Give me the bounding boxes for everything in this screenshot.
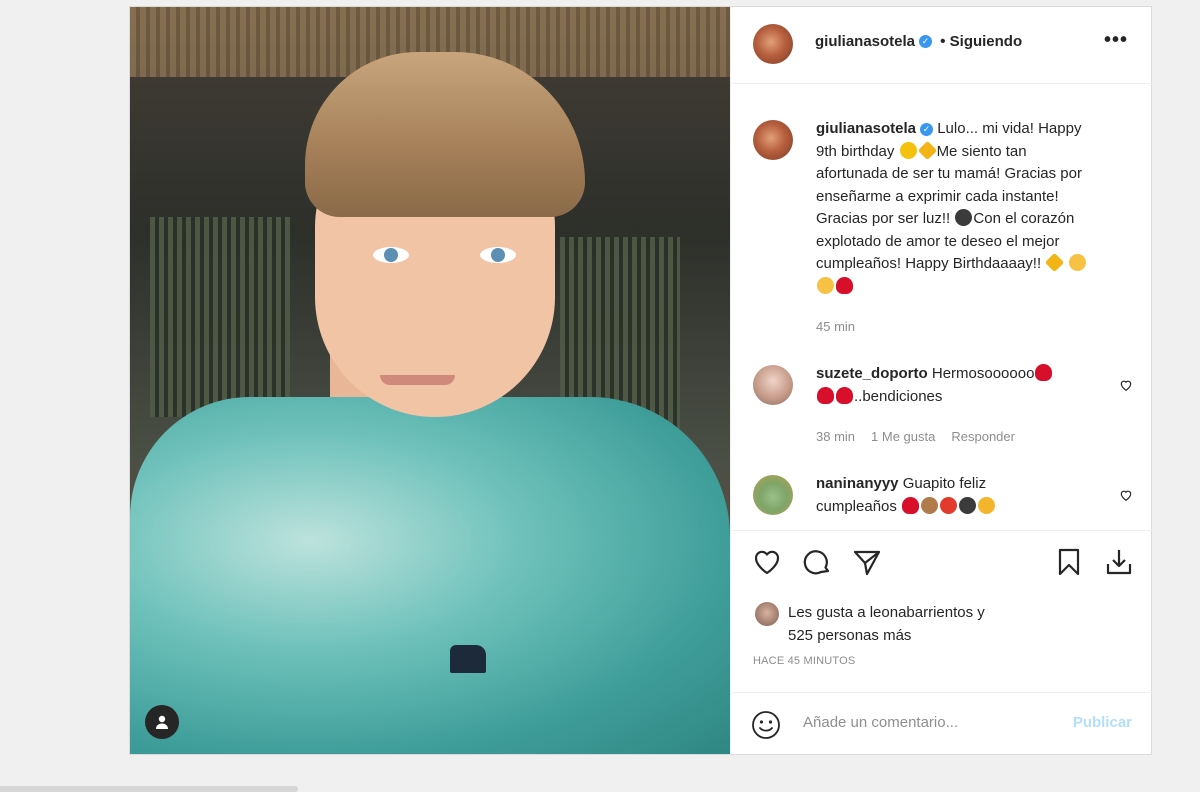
post-timestamp[interactable]: HACE 45 MINUTOS [753,655,855,667]
cake-icon [921,496,939,514]
verified-icon: ✓ [919,35,933,49]
caption-line: enseñarme a exprimir cada instante! [816,187,1059,205]
comment-text: naninanyyy Guapito feliz cumpleaños [816,473,1106,518]
likes-summary[interactable]: Les gusta a leonabarrientos y 525 person… [788,601,1128,647]
comment-time[interactable]: 38 min [816,429,855,444]
author-avatar[interactable] [753,24,793,64]
share-icon[interactable] [851,546,883,578]
party-popper-icon [978,496,996,514]
bird-icon [959,496,977,514]
likes-line: 525 personas más [788,627,912,644]
caption-avatar[interactable] [753,120,793,160]
reply-button[interactable]: Responder [951,429,1015,444]
caption-line: Me siento tan [936,142,1027,160]
caption-line: explotado de amor te deseo el mejor [816,232,1060,250]
comment-body: ..bendiciones [854,387,943,405]
comment-meta: 38 min 1 Me gusta Responder [816,429,1031,444]
photo-boy-shirt [130,397,730,754]
red-heart-icon [817,386,834,404]
photo-eye-left [373,247,409,263]
photo-window-left [150,217,290,417]
caption-line: cumpleaños! Happy Birthdaaaay!! [816,255,1042,272]
comment-item: suzete_doporto Hermosoooooo ..bendicione… [753,363,1133,453]
caption-username[interactable]: giulianasotela [816,120,916,137]
caption-item: giulianasotela ✓ Lulo... mi vida! Happy 9… [753,114,1133,344]
comment-text: suzete_doporto Hermosoooooo ..bendicione… [816,363,1106,408]
heart-eyes-face-icon [817,276,834,294]
caption-time[interactable]: 45 min [816,319,855,334]
heart-icon[interactable] [751,546,783,578]
caption-line: Con el corazón [973,210,1075,227]
likes-line: Les gusta a leonabarrientos y [788,604,985,621]
comment-body: Hermosoooooo [931,365,1035,382]
like-comment-heart-icon[interactable] [1119,488,1133,502]
red-heart-icon [836,276,853,294]
heart-eyes-face-icon [1069,254,1087,271]
sparkles-icon [1045,252,1065,273]
bookmark-icon[interactable] [1053,546,1085,578]
shirt-logo [450,645,486,673]
comments-section: giulianasotela ✓ Lulo... mi vida! Happy 9… [731,84,1152,530]
add-comment-bar: Añade un comentario... Publicar [731,692,1152,755]
bird-icon [955,209,973,226]
caption-line: 9th birthday [816,142,895,160]
post-header: giulianasotela ✓ • Siguiendo ••• [731,7,1152,84]
comment-username[interactable]: naninanyyy [816,475,899,492]
comment-username[interactable]: suzete_doporto [816,365,928,382]
red-heart-icon [836,386,853,404]
caption-meta: 45 min [816,319,871,334]
user-tag-icon[interactable] [145,705,179,739]
caption-line: Lulo... mi vida! Happy [937,120,1082,137]
verified-icon: ✓ [920,122,934,136]
separator-dot: • [940,33,946,50]
follow-status[interactable]: Siguiendo [950,33,1023,50]
author-username[interactable]: giulianasotela [815,33,915,50]
caption-line: Gracias por ser luz!! [816,210,951,227]
comment-body: cumpleaños [816,497,897,515]
photo-eye-right [480,247,516,263]
yellow-heart-icon [899,141,917,159]
post-actions: Les gusta a leonabarrientos y 525 person… [731,530,1152,693]
red-heart-icon [1035,364,1053,381]
commenter-avatar[interactable] [753,475,793,515]
instagram-post: giulianasotela ✓ • Siguiendo ••• giulianaso… [129,6,1152,755]
comment-body: Guapito feliz [902,475,987,492]
comment-item: naninanyyy Guapito feliz cumpleaños [753,473,1133,530]
comment-input[interactable]: Añade un comentario... [803,714,958,731]
publish-button[interactable]: Publicar [1073,714,1132,731]
like-comment-heart-icon[interactable] [1119,378,1133,392]
comment-icon[interactable] [801,546,833,578]
more-icon[interactable]: ••• [1104,29,1128,52]
photo-mouth [380,375,455,385]
smile-icon[interactable] [751,710,781,740]
sparkles-icon [917,140,937,160]
post-photo[interactable] [130,7,730,754]
commenter-avatar[interactable] [753,365,793,405]
horizontal-scrollbar[interactable] [0,786,298,792]
post-sidebar: giulianasotela ✓ • Siguiendo ••• giulianaso… [730,7,1152,754]
balloon-icon [940,496,958,514]
download-icon[interactable] [1103,546,1135,578]
red-heart-icon [902,496,920,514]
comment-like-count[interactable]: 1 Me gusta [871,429,935,444]
liker-avatar[interactable] [755,602,779,626]
caption-text: giulianasotela ✓ Lulo... mi vida! Happy 9… [816,118,1136,298]
caption-line: afortunada de ser tu mamá! Gracias por [816,165,1082,182]
